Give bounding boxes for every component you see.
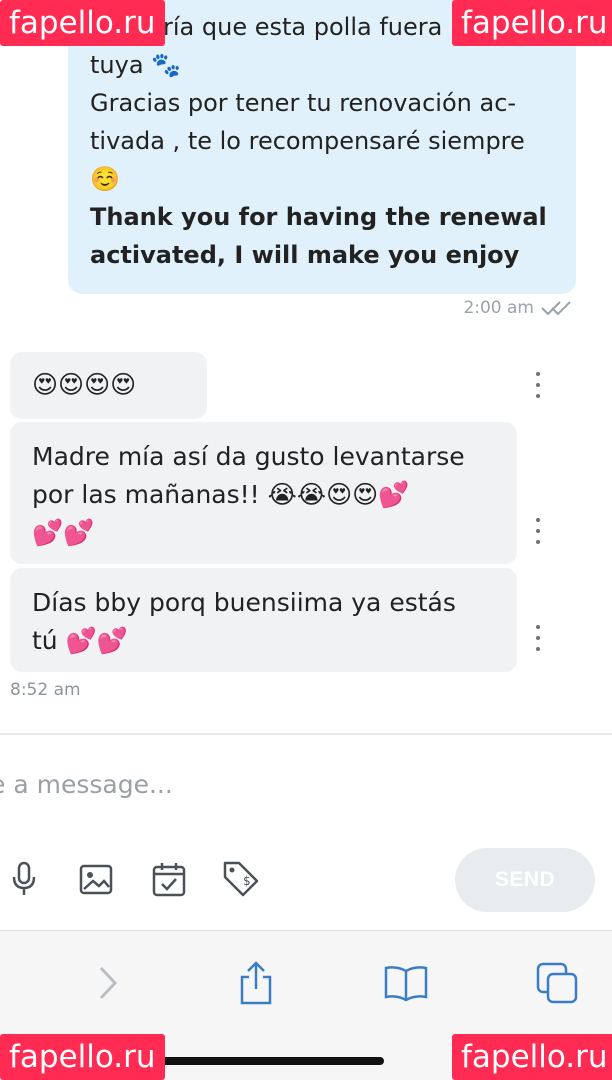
share-icon[interactable] xyxy=(228,955,284,1011)
double-check-icon xyxy=(541,301,571,316)
watermark: fapello.ru xyxy=(0,1034,165,1080)
message-line: Madre mía así da gusto levantarse xyxy=(32,442,465,471)
microphone-icon[interactable] xyxy=(4,858,44,900)
forward-icon[interactable] xyxy=(80,955,136,1011)
calendar-icon[interactable] xyxy=(149,858,189,900)
message-line: Thank you for having the renewal xyxy=(90,203,547,231)
message-line: 😍😍😍😍 xyxy=(32,370,137,399)
watermark: fapello.ru xyxy=(452,1034,612,1080)
home-indicator xyxy=(160,1057,384,1065)
message-time: 2:00 am xyxy=(463,298,534,318)
bookmarks-icon[interactable] xyxy=(378,955,434,1011)
message-options-icon[interactable] xyxy=(528,372,548,398)
message-line: Gracias por tener tu renovación ac- xyxy=(90,89,517,117)
incoming-message[interactable]: 😍😍😍😍 xyxy=(10,352,207,419)
message-line: Días bby porq buensiima ya estás xyxy=(32,588,456,617)
message-options-icon[interactable] xyxy=(528,625,548,651)
watermark: fapello.ru xyxy=(452,0,612,46)
send-button[interactable]: SEND xyxy=(455,848,595,912)
message-line: por las mañanas!! 😭😭😍😍💕 xyxy=(32,480,410,509)
message-line: tú 💕💕 xyxy=(32,626,128,655)
composer-divider xyxy=(0,733,612,735)
watermark: fapello.ru xyxy=(0,0,165,46)
message-input[interactable] xyxy=(0,760,508,808)
message-line: tivada , te lo recompensaré siempre xyxy=(90,127,525,155)
message-line: activated, I will make you enjoy xyxy=(90,241,520,269)
chat-thread: Me haría que esta polla fuera mía tuya 🐾… xyxy=(0,0,612,735)
message-line: tuya 🐾 xyxy=(90,51,182,79)
tabs-icon[interactable] xyxy=(529,955,585,1011)
outgoing-meta: 2:00 am xyxy=(463,298,574,318)
image-icon[interactable] xyxy=(76,858,116,900)
message-line: 💕💕 xyxy=(32,518,95,547)
message-line: ☺️ xyxy=(90,165,120,193)
svg-text:$: $ xyxy=(243,874,251,888)
price-tag-icon[interactable]: $ xyxy=(221,858,261,900)
incoming-message[interactable]: Madre mía así da gusto levantarse por la… xyxy=(10,422,517,564)
incoming-message[interactable]: Días bby porq buensiima ya estás tú 💕💕 xyxy=(10,568,517,672)
message-options-icon[interactable] xyxy=(528,518,548,544)
message-time: 8:52 am xyxy=(10,680,81,700)
